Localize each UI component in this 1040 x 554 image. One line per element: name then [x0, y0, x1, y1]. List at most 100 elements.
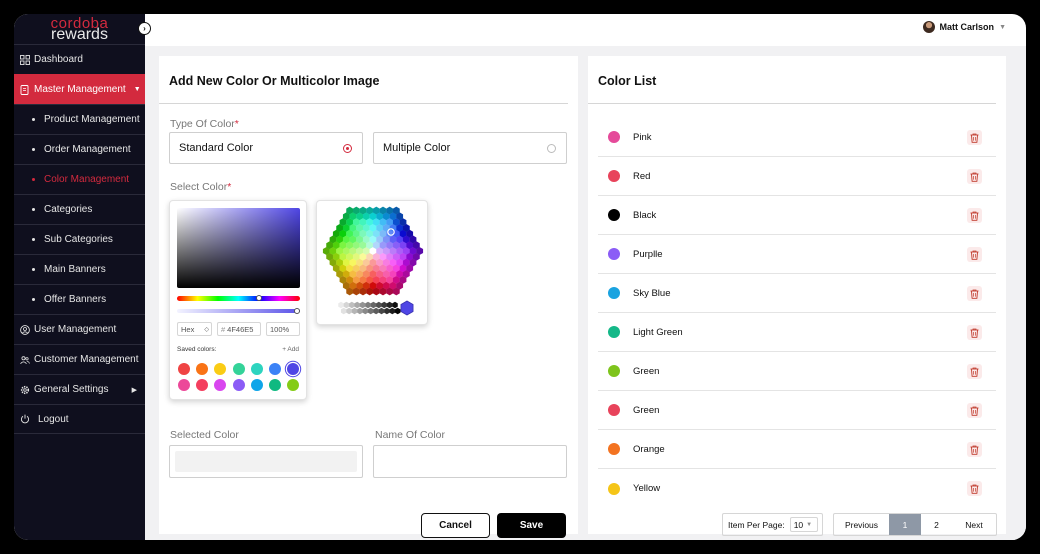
- saved-color-swatch[interactable]: [214, 363, 227, 375]
- cancel-button[interactable]: Cancel: [421, 513, 490, 538]
- delete-button[interactable]: [967, 481, 982, 496]
- color-mode-select[interactable]: Hex ◇: [177, 322, 212, 336]
- color-list-item: Black: [598, 196, 996, 235]
- gray-color-cell[interactable]: [392, 301, 398, 309]
- color-dot: [608, 404, 620, 416]
- saved-color-swatch[interactable]: [178, 363, 190, 375]
- multiple-color-option[interactable]: Multiple Color: [373, 132, 567, 164]
- color-list-item: Sky Blue: [598, 274, 996, 313]
- sidebar-item-offer-banners[interactable]: Offer Banners: [14, 284, 145, 314]
- delete-button[interactable]: [967, 325, 982, 340]
- saved-color-swatch[interactable]: [250, 363, 263, 375]
- saved-color-swatch[interactable]: [196, 379, 209, 391]
- gray-color-cell[interactable]: [386, 301, 393, 309]
- delete-button[interactable]: [967, 286, 982, 301]
- sidebar-item-master-management[interactable]: Master Management ▼: [14, 74, 145, 104]
- sidebar-collapse-button[interactable]: ›: [138, 22, 151, 35]
- delete-button[interactable]: [967, 442, 982, 457]
- gray-color-cell[interactable]: [351, 307, 358, 315]
- gray-color-cell[interactable]: [340, 307, 347, 315]
- hexagon-grid[interactable]: [317, 201, 429, 326]
- multiple-color-radio[interactable]: [547, 144, 556, 153]
- trash-icon: [970, 133, 979, 143]
- saved-color-swatch[interactable]: [287, 379, 300, 391]
- sidebar-item-user-management[interactable]: User Management: [14, 314, 145, 344]
- alpha-slider[interactable]: [177, 309, 300, 313]
- selected-color-swatch: [175, 451, 357, 472]
- alpha-slider-handle[interactable]: [294, 308, 300, 314]
- gray-color-cell[interactable]: [365, 301, 371, 309]
- gray-color-cell[interactable]: [359, 301, 366, 309]
- gray-color-cell[interactable]: [394, 307, 401, 315]
- gray-color-cell[interactable]: [362, 307, 369, 315]
- selected-color-label: Selected Color: [170, 429, 239, 441]
- gray-color-cell[interactable]: [376, 301, 382, 309]
- sidebar-item-product-management[interactable]: Product Management: [14, 104, 145, 134]
- gray-color-cell[interactable]: [367, 307, 374, 315]
- hue-slider-handle[interactable]: [256, 295, 262, 301]
- select-color-label: Select Color*: [170, 181, 232, 193]
- gray-color-cell[interactable]: [389, 307, 396, 315]
- gray-color-cell[interactable]: [384, 307, 390, 315]
- previous-page-button[interactable]: Previous: [834, 514, 889, 535]
- sidebar-item-sub-categories[interactable]: Sub Categories: [14, 224, 145, 254]
- sidebar-item-categories[interactable]: Categories: [14, 194, 145, 224]
- color-name: Yellow: [633, 483, 661, 494]
- hexagon-color-palette: [316, 200, 428, 325]
- items-per-page-select[interactable]: 10 ▼: [789, 517, 818, 532]
- delete-button[interactable]: [967, 169, 982, 184]
- saturation-area[interactable]: [177, 208, 300, 288]
- page-2-button[interactable]: 2: [921, 514, 952, 535]
- sidebar-item-general-settings[interactable]: General Settings ▶: [14, 374, 145, 404]
- saved-color-swatch[interactable]: [232, 379, 245, 391]
- gray-color-cell[interactable]: [343, 301, 350, 309]
- saved-color-swatch[interactable]: [196, 363, 209, 375]
- saved-color-swatch[interactable]: [178, 379, 190, 391]
- saved-color-swatch[interactable]: [232, 363, 245, 375]
- gray-color-cell[interactable]: [378, 307, 385, 315]
- chevron-right-icon: ›: [143, 24, 146, 33]
- sidebar-item-order-management[interactable]: Order Management: [14, 134, 145, 164]
- bullet-icon: [32, 268, 35, 271]
- saved-color-swatch[interactable]: [214, 379, 227, 391]
- gray-color-cell[interactable]: [381, 301, 387, 309]
- delete-button[interactable]: [967, 130, 982, 145]
- sidebar-item-dashboard[interactable]: Dashboard: [14, 44, 145, 74]
- color-name: Purplle: [633, 248, 663, 260]
- sidebar-item-label: Logout: [38, 413, 69, 425]
- sidebar-item-customer-management[interactable]: Customer Management: [14, 344, 145, 374]
- sidebar-item-color-management[interactable]: Color Management: [14, 164, 145, 194]
- hex-input[interactable]: # 4F46E5: [217, 322, 261, 336]
- saved-color-swatch[interactable]: [287, 363, 300, 375]
- saved-color-swatch[interactable]: [269, 379, 281, 391]
- page-1-button[interactable]: 1: [889, 514, 921, 535]
- save-button[interactable]: Save: [497, 513, 566, 538]
- gray-color-cell[interactable]: [370, 301, 377, 309]
- gray-color-cell[interactable]: [346, 307, 352, 315]
- saved-color-swatch[interactable]: [269, 363, 281, 375]
- color-dot: [608, 326, 620, 338]
- next-page-button[interactable]: Next: [952, 514, 996, 535]
- sidebar-item-main-banners[interactable]: Main Banners: [14, 254, 145, 284]
- saved-color-swatch[interactable]: [250, 379, 263, 391]
- hue-slider[interactable]: [177, 296, 300, 301]
- add-saved-color-button[interactable]: + Add: [282, 346, 299, 353]
- delete-button[interactable]: [967, 247, 982, 262]
- gray-color-cell[interactable]: [349, 301, 355, 309]
- gray-color-cell[interactable]: [338, 301, 344, 309]
- gray-color-cell[interactable]: [373, 307, 379, 315]
- color-name-input[interactable]: [373, 445, 567, 478]
- alpha-input[interactable]: 100%: [266, 322, 300, 336]
- gray-color-cell[interactable]: [354, 301, 360, 309]
- sidebar-item-logout[interactable]: Logout: [14, 404, 145, 434]
- delete-button[interactable]: [967, 364, 982, 379]
- delete-button[interactable]: [967, 403, 982, 418]
- delete-button[interactable]: [967, 208, 982, 223]
- gray-color-cell[interactable]: [357, 307, 363, 315]
- user-menu[interactable]: Matt Carlson ▼: [922, 21, 1006, 33]
- user-circle-icon: [20, 324, 30, 335]
- standard-color-option[interactable]: Standard Color: [169, 132, 363, 164]
- color-name: Light Green: [633, 326, 683, 338]
- standard-color-radio[interactable]: [343, 144, 352, 153]
- sidebar-item-label: Offer Banners: [44, 294, 107, 305]
